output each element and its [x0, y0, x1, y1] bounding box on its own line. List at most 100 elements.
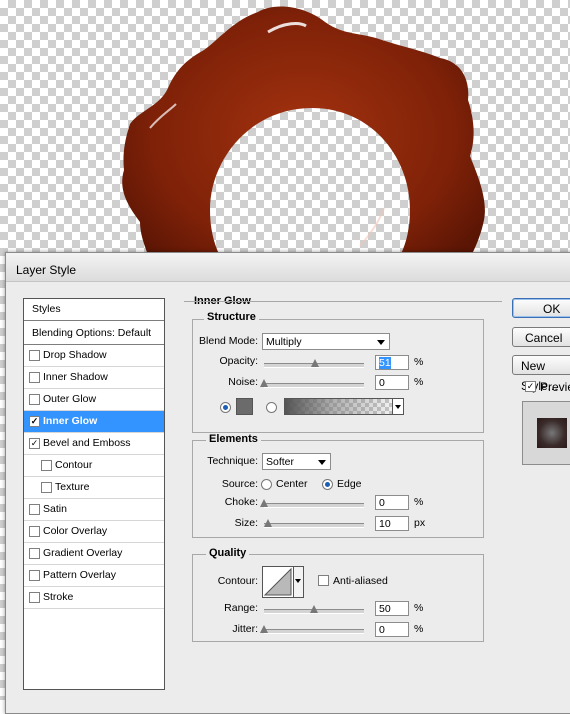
opacity-unit: %	[414, 356, 424, 368]
size-input[interactable]: 10	[375, 516, 409, 531]
anti-aliased-label: Anti-aliased	[333, 575, 388, 587]
style-item-label: Bevel and Emboss	[43, 437, 131, 449]
blend-mode-label: Blend Mode:	[199, 335, 258, 347]
noise-slider[interactable]	[260, 379, 364, 388]
size-unit: px	[414, 517, 426, 529]
style-checkbox[interactable]	[41, 460, 52, 471]
style-item-pattern-overlay[interactable]: Pattern Overlay	[24, 565, 164, 587]
choke-slider-thumb[interactable]	[260, 499, 268, 507]
technique-select[interactable]: Softer	[262, 453, 331, 470]
style-item-stroke[interactable]: Stroke	[24, 587, 164, 609]
style-item-texture[interactable]: Texture	[24, 477, 164, 499]
style-item-satin[interactable]: Satin	[24, 499, 164, 521]
range-input[interactable]: 50	[375, 601, 409, 616]
jitter-input[interactable]: 0	[375, 622, 409, 637]
ok-button[interactable]: OK	[512, 298, 570, 318]
jitter-slider[interactable]	[260, 625, 364, 634]
source-edge-radio[interactable]	[322, 479, 333, 490]
blend-mode-select[interactable]: Multiply	[262, 333, 390, 350]
noise-value: 0	[379, 377, 385, 389]
style-preview-box	[522, 401, 570, 465]
style-checkbox[interactable]: ✓	[29, 416, 40, 427]
technique-label: Technique:	[207, 455, 258, 467]
blending-options-label: Blending Options: Default	[32, 327, 152, 339]
size-label: Size:	[234, 517, 258, 529]
glow-gradient-radio[interactable]	[266, 402, 277, 413]
noise-unit: %	[414, 376, 424, 388]
style-item-inner-shadow[interactable]: Inner Shadow	[24, 367, 164, 389]
technique-value: Softer	[266, 456, 295, 468]
range-label: Range:	[224, 602, 258, 614]
source-center-radio[interactable]	[261, 479, 272, 490]
noise-slider-thumb[interactable]	[260, 379, 268, 387]
chevron-down-icon	[395, 405, 401, 409]
chevron-down-icon	[318, 460, 326, 465]
choke-label: Choke:	[224, 496, 258, 508]
styles-header[interactable]: Styles	[24, 299, 164, 321]
style-item-inner-glow[interactable]: ✓ Inner Glow	[24, 411, 164, 433]
choke-input[interactable]: 0	[375, 495, 409, 510]
style-item-color-overlay[interactable]: Color Overlay	[24, 521, 164, 543]
style-checkbox[interactable]	[29, 548, 40, 559]
gradient-dropdown-button[interactable]	[392, 399, 403, 414]
contour-dropdown-button[interactable]	[293, 567, 303, 597]
anti-aliased-checkbox[interactable]	[318, 575, 329, 586]
jitter-value: 0	[379, 624, 385, 636]
style-checkbox[interactable]	[29, 504, 40, 515]
style-item-bevel-and-emboss[interactable]: ✓ Bevel and Emboss	[24, 433, 164, 455]
opacity-slider-thumb[interactable]	[311, 359, 319, 367]
preview-checkbox[interactable]: ✓	[525, 381, 536, 392]
new-style-button[interactable]: New Style...	[512, 355, 570, 393]
style-item-contour[interactable]: Contour	[24, 455, 164, 477]
opacity-value: 51	[379, 357, 391, 369]
glow-color-swatch[interactable]	[236, 398, 253, 415]
style-checkbox[interactable]	[29, 592, 40, 603]
style-item-drop-shadow[interactable]: Drop Shadow	[24, 345, 164, 367]
style-item-outer-glow[interactable]: Outer Glow	[24, 389, 164, 411]
style-item-label: Outer Glow	[43, 393, 97, 405]
wax-ring-artwork	[122, 6, 485, 280]
styles-header-label: Styles	[32, 303, 61, 315]
style-item-label: Pattern Overlay	[43, 569, 116, 581]
size-slider[interactable]	[264, 519, 364, 528]
range-slider-thumb[interactable]	[310, 605, 318, 613]
preview-label: Preview	[540, 380, 570, 394]
layer-style-dialog: Layer Style Styles Blending Options: Def…	[5, 252, 570, 714]
glow-gradient-picker[interactable]	[284, 398, 404, 415]
cancel-label: Cancel	[525, 331, 563, 345]
source-label: Source:	[221, 478, 258, 490]
range-slider[interactable]	[264, 605, 364, 614]
choke-slider[interactable]	[260, 499, 364, 508]
ok-label: OK	[543, 302, 561, 316]
style-item-label: Drop Shadow	[43, 349, 107, 361]
contour-picker[interactable]	[262, 566, 304, 598]
style-checkbox[interactable]	[41, 482, 52, 493]
style-item-label: Satin	[43, 503, 67, 515]
glow-color-radio[interactable]	[220, 402, 231, 413]
style-checkbox[interactable]: ✓	[29, 438, 40, 449]
style-checkbox[interactable]	[29, 350, 40, 361]
range-value: 50	[379, 603, 391, 615]
noise-input[interactable]: 0	[375, 375, 409, 390]
opacity-input[interactable]: 51	[375, 355, 409, 370]
jitter-slider-thumb[interactable]	[260, 625, 268, 633]
cancel-button[interactable]: Cancel	[512, 327, 570, 347]
dialog-titlebar[interactable]: Layer Style	[6, 253, 570, 282]
style-item-label: Texture	[55, 481, 90, 493]
dialog-title: Layer Style	[16, 263, 77, 277]
opacity-slider[interactable]	[264, 359, 364, 368]
quality-title: Quality	[206, 547, 250, 559]
style-checkbox[interactable]	[29, 372, 40, 383]
style-item-gradient-overlay[interactable]: Gradient Overlay	[24, 543, 164, 565]
source-edge-label: Edge	[337, 478, 362, 490]
noise-label: Noise:	[228, 376, 258, 388]
size-slider-thumb[interactable]	[264, 519, 272, 527]
style-checkbox[interactable]	[29, 570, 40, 581]
styles-list: Styles Blending Options: Default Drop Sh…	[23, 298, 165, 690]
style-item-label: Inner Shadow	[43, 371, 108, 383]
style-checkbox[interactable]	[29, 526, 40, 537]
contour-label: Contour:	[217, 575, 258, 587]
style-checkbox[interactable]	[29, 394, 40, 405]
blending-options-item[interactable]: Blending Options: Default	[24, 323, 164, 345]
opacity-label: Opacity:	[219, 355, 258, 367]
